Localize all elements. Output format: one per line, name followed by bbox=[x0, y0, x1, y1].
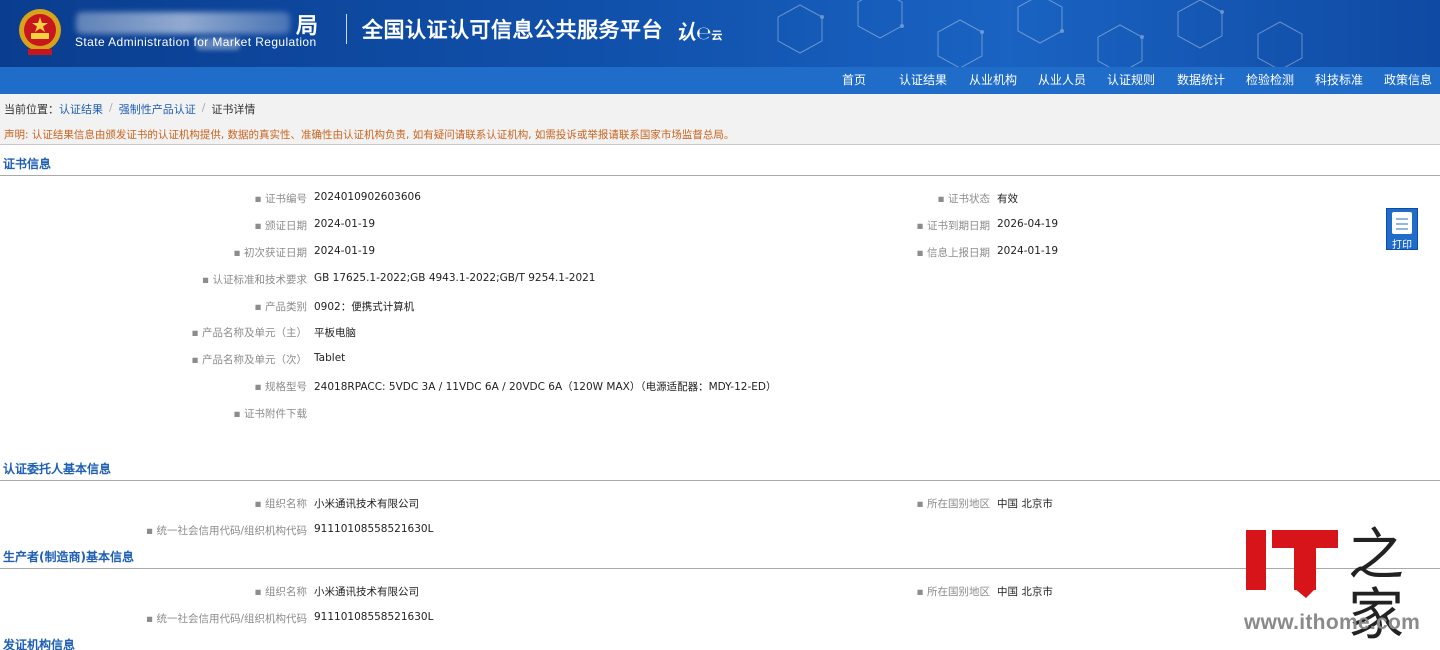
client-org-label: ▪ 组织名称 bbox=[254, 498, 307, 510]
section-title-cert-info: 证书信息 bbox=[3, 157, 52, 171]
product-sub-value: Tablet bbox=[314, 352, 346, 364]
header-divider bbox=[346, 14, 347, 44]
disclaimer-notice: 声明: 认证结果信息由颁发证书的认证机构提供, 数据的真实性、准确性由认证机构负… bbox=[4, 129, 735, 141]
report-date-value: 2024-01-19 bbox=[997, 245, 1059, 257]
client-region-label: ▪ 所在国别地区 bbox=[916, 498, 990, 510]
main-nav-bar: 首页 认证结果 从业机构 从业人员 认证规则 数据统计 检验检测 科技标准 政策… bbox=[0, 67, 1440, 94]
section-title-maker-info: 生产者(制造商)基本信息 bbox=[3, 550, 134, 564]
ithome-logo-icon bbox=[1246, 530, 1338, 598]
breadcrumb-prefix: 当前位置： bbox=[4, 103, 59, 116]
ithome-url-watermark: www.ithome.com bbox=[1244, 611, 1421, 634]
breadcrumb-separator: / bbox=[109, 101, 113, 114]
section-title-issuer-info: 发证机构信息 bbox=[3, 638, 76, 650]
section-title-client-info: 认证委托人基本信息 bbox=[3, 462, 112, 476]
breadcrumb-current: 证书详情 bbox=[211, 103, 256, 116]
nav-item-cert-results[interactable]: 认证结果 bbox=[882, 67, 964, 94]
cert-no-label: ▪ 证书编号 bbox=[254, 193, 307, 205]
nav-item-home[interactable]: 首页 bbox=[826, 67, 882, 94]
cert-status-value: 有效 bbox=[997, 193, 1018, 205]
first-date-value: 2024-01-19 bbox=[314, 245, 376, 257]
issue-date-value: 2024-01-19 bbox=[314, 218, 376, 230]
maker-org-label: ▪ 组织名称 bbox=[254, 586, 307, 598]
site-header: 局 State Administration for Market Regula… bbox=[0, 0, 1440, 67]
client-credit-value: 91110108558521630L bbox=[314, 523, 434, 535]
maker-credit-value: 91110108558521630L bbox=[314, 611, 434, 623]
client-credit-label: ▪ 统一社会信用代码/组织机构代码 bbox=[145, 525, 307, 537]
printer-icon-line bbox=[1396, 223, 1408, 225]
breadcrumb-separator: / bbox=[201, 101, 206, 114]
section-divider bbox=[0, 175, 1440, 176]
maker-org-value: 小米通讯技术有限公司 bbox=[314, 586, 419, 598]
section-divider bbox=[0, 480, 1440, 481]
nav-item-policy[interactable]: 政策信息 bbox=[1380, 67, 1436, 94]
cloud-logo: 认℮云 bbox=[676, 20, 723, 44]
cert-status-label: ▪ 证书状态 bbox=[937, 193, 990, 205]
section-divider bbox=[0, 568, 1440, 569]
attachment-label: ▪ 证书附件下载 bbox=[233, 408, 307, 420]
product-main-value: 平板电脑 bbox=[314, 327, 356, 339]
category-label: ▪ 产品类别 bbox=[254, 301, 307, 313]
nav-item-institutions[interactable]: 从业机构 bbox=[964, 67, 1022, 94]
breadcrumb-ccc[interactable]: 强制性产品认证 bbox=[119, 101, 196, 117]
maker-region-value: 中国 北京市 bbox=[997, 586, 1053, 598]
printer-icon-line bbox=[1396, 228, 1408, 230]
issue-date-label: ▪ 颁证日期 bbox=[254, 220, 307, 232]
print-button[interactable]: 打印 bbox=[1386, 208, 1418, 251]
expire-date-value: 2026-04-19 bbox=[997, 218, 1059, 230]
breadcrumb: 当前位置： 认证结果 / 强制性产品认证 / 证书详情 bbox=[4, 101, 255, 117]
agency-name-blurred bbox=[76, 12, 290, 34]
report-date-label: ▪ 信息上报日期 bbox=[916, 247, 990, 259]
client-region-value: 中国 北京市 bbox=[997, 498, 1053, 510]
maker-region-label: ▪ 所在国别地区 bbox=[916, 586, 990, 598]
printer-icon-line bbox=[1396, 218, 1408, 220]
national-emblem-icon bbox=[19, 9, 61, 55]
cert-no-value: 2024010902603606 bbox=[314, 191, 421, 203]
model-value: 24018RPACC: 5VDC 3A / 11VDC 6A / 20VDC 6… bbox=[314, 381, 777, 393]
nav-item-standards[interactable]: 科技标准 bbox=[1298, 67, 1380, 94]
cloud-logo-main: 认 bbox=[676, 20, 696, 44]
product-main-label: ▪ 产品名称及单元（主） bbox=[191, 327, 307, 339]
standard-label: ▪ 认证标准和技术要求 bbox=[202, 274, 307, 286]
first-date-label: ▪ 初次获证日期 bbox=[233, 247, 307, 259]
product-sub-label: ▪ 产品名称及单元（次） bbox=[191, 354, 307, 366]
breadcrumb-cert-results[interactable]: 认证结果 bbox=[59, 101, 103, 117]
hexagon-pattern-decoration bbox=[777, 0, 1303, 67]
maker-credit-label: ▪ 统一社会信用代码/组织机构代码 bbox=[145, 613, 307, 625]
main-nav: 首页 认证结果 从业机构 从业人员 认证规则 数据统计 检验检测 科技标准 政策… bbox=[826, 67, 1436, 94]
category-value: 0902：便携式计算机 bbox=[314, 301, 415, 313]
nav-item-statistics[interactable]: 数据统计 bbox=[1160, 67, 1242, 94]
breadcrumb-bar: 当前位置： 认证结果 / 强制性产品认证 / 证书详情 声明: 认证结果信息由颁… bbox=[0, 94, 1440, 145]
cloud-logo-sub: 云 bbox=[711, 29, 723, 42]
standard-value: GB 17625.1-2022;GB 4943.1-2022;GB/T 9254… bbox=[314, 272, 596, 284]
print-button-label: 打印 bbox=[1392, 240, 1412, 251]
nav-item-personnel[interactable]: 从业人员 bbox=[1022, 67, 1102, 94]
model-label: ▪ 规格型号 bbox=[254, 381, 307, 393]
platform-title: 全国认证认可信息公共服务平台 bbox=[362, 18, 663, 42]
client-org-value: 小米通讯技术有限公司 bbox=[314, 498, 419, 510]
agency-name-en-blurred bbox=[196, 38, 240, 50]
nav-item-cert-rules[interactable]: 认证规则 bbox=[1102, 67, 1160, 94]
nav-item-inspection[interactable]: 检验检测 bbox=[1242, 67, 1298, 94]
expire-date-label: ▪ 证书到期日期 bbox=[916, 220, 990, 232]
